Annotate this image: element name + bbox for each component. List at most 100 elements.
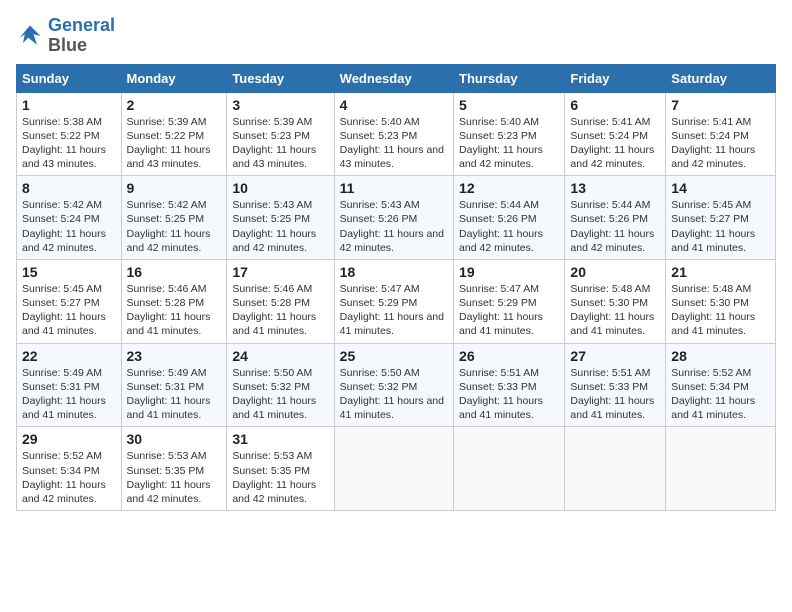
day-number: 21	[671, 264, 770, 280]
calendar-cell: 30 Sunrise: 5:53 AMSunset: 5:35 PMDayligh…	[121, 427, 227, 511]
calendar-cell: 21 Sunrise: 5:48 AMSunset: 5:30 PMDayligh…	[666, 259, 776, 343]
calendar-cell: 1 Sunrise: 5:38 AMSunset: 5:22 PMDaylight…	[17, 92, 122, 176]
day-info: Sunrise: 5:49 AMSunset: 5:31 PMDaylight:…	[22, 366, 116, 423]
calendar-cell: 20 Sunrise: 5:48 AMSunset: 5:30 PMDayligh…	[565, 259, 666, 343]
day-number: 26	[459, 348, 559, 364]
calendar-cell: 27 Sunrise: 5:51 AMSunset: 5:33 PMDayligh…	[565, 343, 666, 427]
calendar-week-5: 29 Sunrise: 5:52 AMSunset: 5:34 PMDayligh…	[17, 427, 776, 511]
calendar-cell: 29 Sunrise: 5:52 AMSunset: 5:34 PMDayligh…	[17, 427, 122, 511]
day-number: 30	[127, 431, 222, 447]
day-number: 9	[127, 180, 222, 196]
weekday-header-sunday: Sunday	[17, 64, 122, 92]
day-info: Sunrise: 5:49 AMSunset: 5:31 PMDaylight:…	[127, 366, 222, 423]
day-info: Sunrise: 5:39 AMSunset: 5:23 PMDaylight:…	[232, 115, 328, 172]
day-info: Sunrise: 5:52 AMSunset: 5:34 PMDaylight:…	[671, 366, 770, 423]
day-info: Sunrise: 5:47 AMSunset: 5:29 PMDaylight:…	[459, 282, 559, 339]
day-number: 10	[232, 180, 328, 196]
calendar-cell: 22 Sunrise: 5:49 AMSunset: 5:31 PMDayligh…	[17, 343, 122, 427]
calendar-cell: 5 Sunrise: 5:40 AMSunset: 5:23 PMDaylight…	[454, 92, 565, 176]
calendar-cell	[334, 427, 453, 511]
day-info: Sunrise: 5:43 AMSunset: 5:26 PMDaylight:…	[340, 198, 448, 255]
calendar-week-3: 15Sunrise: 5:45 AMSunset: 5:27 PMDayligh…	[17, 259, 776, 343]
weekday-header-tuesday: Tuesday	[227, 64, 334, 92]
day-info: Sunrise: 5:39 AMSunset: 5:22 PMDaylight:…	[127, 115, 222, 172]
day-number: 22	[22, 348, 116, 364]
weekday-header-friday: Friday	[565, 64, 666, 92]
day-number: 20	[570, 264, 660, 280]
day-info: Sunrise: 5:40 AMSunset: 5:23 PMDaylight:…	[459, 115, 559, 172]
day-number: 5	[459, 97, 559, 113]
calendar-table: SundayMondayTuesdayWednesdayThursdayFrid…	[16, 64, 776, 511]
calendar-cell: 13 Sunrise: 5:44 AMSunset: 5:26 PMDayligh…	[565, 176, 666, 260]
calendar-cell: 7Sunrise: 5:41 AMSunset: 5:24 PMDaylight…	[666, 92, 776, 176]
calendar-cell: 3 Sunrise: 5:39 AMSunset: 5:23 PMDaylight…	[227, 92, 334, 176]
day-info: Sunrise: 5:43 AMSunset: 5:25 PMDaylight:…	[232, 198, 328, 255]
day-info: Sunrise: 5:47 AMSunset: 5:29 PMDaylight:…	[340, 282, 448, 339]
day-info: Sunrise: 5:40 AMSunset: 5:23 PMDaylight:…	[340, 115, 448, 172]
day-number: 12	[459, 180, 559, 196]
day-info: Sunrise: 5:46 AMSunset: 5:28 PMDaylight:…	[232, 282, 328, 339]
day-number: 17	[232, 264, 328, 280]
day-number: 29	[22, 431, 116, 447]
calendar-cell: 10 Sunrise: 5:43 AMSunset: 5:25 PMDayligh…	[227, 176, 334, 260]
calendar-cell: 31 Sunrise: 5:53 AMSunset: 5:35 PMDayligh…	[227, 427, 334, 511]
calendar-cell: 17 Sunrise: 5:46 AMSunset: 5:28 PMDayligh…	[227, 259, 334, 343]
day-number: 19	[459, 264, 559, 280]
weekday-header-thursday: Thursday	[454, 64, 565, 92]
day-info: Sunrise: 5:51 AMSunset: 5:33 PMDaylight:…	[459, 366, 559, 423]
day-info: Sunrise: 5:38 AMSunset: 5:22 PMDaylight:…	[22, 115, 116, 172]
calendar-cell: 12Sunrise: 5:44 AMSunset: 5:26 PMDayligh…	[454, 176, 565, 260]
day-info: Sunrise: 5:53 AMSunset: 5:35 PMDaylight:…	[127, 449, 222, 506]
day-info: Sunrise: 5:45 AMSunset: 5:27 PMDaylight:…	[22, 282, 116, 339]
day-info: Sunrise: 5:42 AMSunset: 5:25 PMDaylight:…	[127, 198, 222, 255]
calendar-cell: 8 Sunrise: 5:42 AMSunset: 5:24 PMDaylight…	[17, 176, 122, 260]
day-number: 16	[127, 264, 222, 280]
calendar-cell: 23 Sunrise: 5:49 AMSunset: 5:31 PMDayligh…	[121, 343, 227, 427]
day-info: Sunrise: 5:48 AMSunset: 5:30 PMDaylight:…	[671, 282, 770, 339]
calendar-week-1: 1 Sunrise: 5:38 AMSunset: 5:22 PMDaylight…	[17, 92, 776, 176]
calendar-cell: 14 Sunrise: 5:45 AMSunset: 5:27 PMDayligh…	[666, 176, 776, 260]
day-number: 13	[570, 180, 660, 196]
logo-icon	[16, 22, 44, 50]
day-info: Sunrise: 5:41 AMSunset: 5:24 PMDaylight:…	[671, 115, 770, 172]
day-number: 3	[232, 97, 328, 113]
day-number: 14	[671, 180, 770, 196]
weekday-header-wednesday: Wednesday	[334, 64, 453, 92]
day-number: 27	[570, 348, 660, 364]
day-info: Sunrise: 5:45 AMSunset: 5:27 PMDaylight:…	[671, 198, 770, 255]
calendar-week-2: 8 Sunrise: 5:42 AMSunset: 5:24 PMDaylight…	[17, 176, 776, 260]
calendar-cell: 24Sunrise: 5:50 AMSunset: 5:32 PMDayligh…	[227, 343, 334, 427]
weekday-header-saturday: Saturday	[666, 64, 776, 92]
calendar-cell	[666, 427, 776, 511]
day-info: Sunrise: 5:50 AMSunset: 5:32 PMDaylight:…	[232, 366, 328, 423]
day-info: Sunrise: 5:48 AMSunset: 5:30 PMDaylight:…	[570, 282, 660, 339]
calendar-cell: 28 Sunrise: 5:52 AMSunset: 5:34 PMDayligh…	[666, 343, 776, 427]
day-info: Sunrise: 5:53 AMSunset: 5:35 PMDaylight:…	[232, 449, 328, 506]
calendar-cell: 9 Sunrise: 5:42 AMSunset: 5:25 PMDaylight…	[121, 176, 227, 260]
calendar-cell: 18Sunrise: 5:47 AMSunset: 5:29 PMDayligh…	[334, 259, 453, 343]
calendar-cell: 16Sunrise: 5:46 AMSunset: 5:28 PMDayligh…	[121, 259, 227, 343]
day-number: 31	[232, 431, 328, 447]
page-header: GeneralBlue	[16, 16, 776, 56]
day-number: 8	[22, 180, 116, 196]
day-number: 1	[22, 97, 116, 113]
day-number: 4	[340, 97, 448, 113]
calendar-cell: 26 Sunrise: 5:51 AMSunset: 5:33 PMDayligh…	[454, 343, 565, 427]
day-number: 6	[570, 97, 660, 113]
day-number: 11	[340, 180, 448, 196]
calendar-cell: 6Sunrise: 5:41 AMSunset: 5:24 PMDaylight…	[565, 92, 666, 176]
day-number: 28	[671, 348, 770, 364]
calendar-cell: 2 Sunrise: 5:39 AMSunset: 5:22 PMDaylight…	[121, 92, 227, 176]
day-number: 23	[127, 348, 222, 364]
calendar-cell: 11 Sunrise: 5:43 AMSunset: 5:26 PMDayligh…	[334, 176, 453, 260]
day-info: Sunrise: 5:50 AMSunset: 5:32 PMDaylight:…	[340, 366, 448, 423]
day-info: Sunrise: 5:52 AMSunset: 5:34 PMDaylight:…	[22, 449, 116, 506]
day-number: 2	[127, 97, 222, 113]
calendar-cell	[454, 427, 565, 511]
calendar-cell: 15Sunrise: 5:45 AMSunset: 5:27 PMDayligh…	[17, 259, 122, 343]
day-info: Sunrise: 5:51 AMSunset: 5:33 PMDaylight:…	[570, 366, 660, 423]
day-info: Sunrise: 5:44 AMSunset: 5:26 PMDaylight:…	[570, 198, 660, 255]
calendar-week-4: 22 Sunrise: 5:49 AMSunset: 5:31 PMDayligh…	[17, 343, 776, 427]
calendar-cell	[565, 427, 666, 511]
day-info: Sunrise: 5:42 AMSunset: 5:24 PMDaylight:…	[22, 198, 116, 255]
